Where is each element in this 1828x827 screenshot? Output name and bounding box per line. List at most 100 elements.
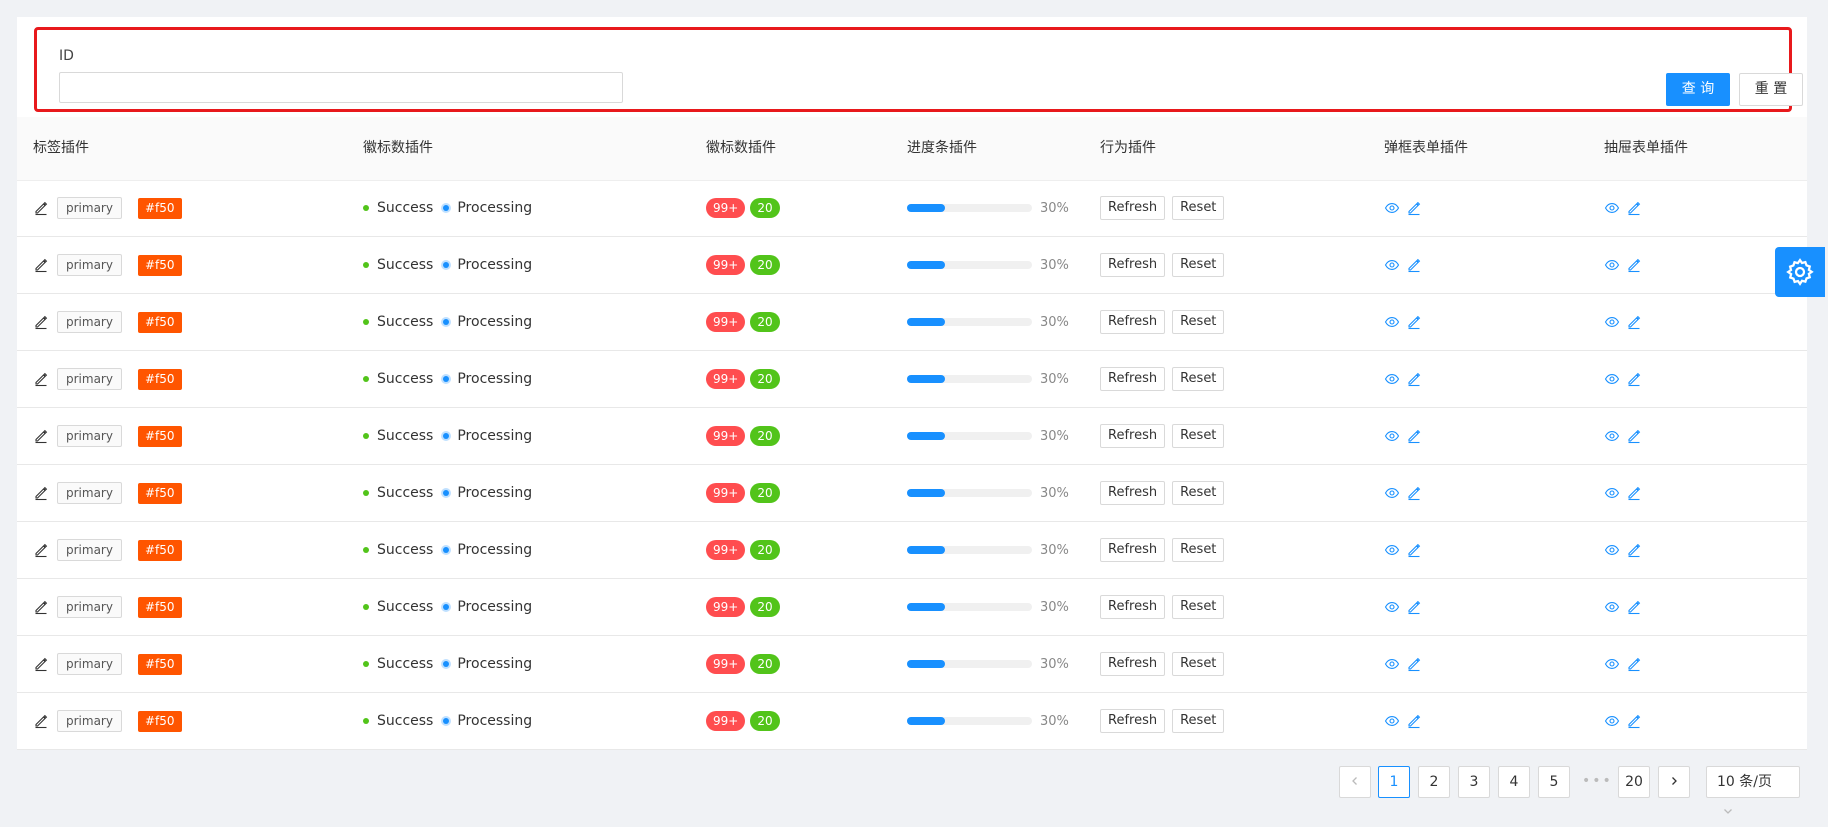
progress-track <box>907 318 1032 326</box>
refresh-button[interactable]: Refresh <box>1100 253 1166 277</box>
edit-icon[interactable] <box>1406 713 1422 729</box>
drawer-form-cell <box>1604 351 1648 407</box>
refresh-button[interactable]: Refresh <box>1100 652 1166 676</box>
view-icon[interactable] <box>1604 599 1620 615</box>
next-page-button[interactable] <box>1658 766 1690 798</box>
reset-row-button[interactable]: Reset <box>1172 253 1225 277</box>
edit-icon[interactable] <box>33 542 49 558</box>
edit-icon[interactable] <box>1406 371 1422 387</box>
page-ellipsis[interactable]: ••• <box>1582 766 1613 796</box>
view-icon[interactable] <box>1384 542 1400 558</box>
modal-form-cell <box>1384 237 1428 293</box>
edit-icon[interactable] <box>1406 599 1422 615</box>
page-button-2[interactable]: 2 <box>1418 766 1450 798</box>
view-icon[interactable] <box>1604 371 1620 387</box>
reset-row-button[interactable]: Reset <box>1172 538 1225 562</box>
edit-icon[interactable] <box>1626 314 1642 330</box>
view-icon[interactable] <box>1384 485 1400 501</box>
view-icon[interactable] <box>1384 713 1400 729</box>
view-icon[interactable] <box>1604 257 1620 273</box>
refresh-button[interactable]: Refresh <box>1100 424 1166 448</box>
refresh-button[interactable]: Refresh <box>1100 595 1166 619</box>
reset-row-button[interactable]: Reset <box>1172 595 1225 619</box>
edit-icon[interactable] <box>33 656 49 672</box>
page-button-4[interactable]: 4 <box>1498 766 1530 798</box>
progress-cell: 30% <box>907 465 1069 521</box>
edit-icon[interactable] <box>1406 200 1422 216</box>
edit-icon[interactable] <box>1406 428 1422 444</box>
page-button-1[interactable]: 1 <box>1378 766 1410 798</box>
edit-icon[interactable] <box>33 200 49 216</box>
view-icon[interactable] <box>1604 656 1620 672</box>
tag-f50: #f50 <box>137 596 182 618</box>
badge-cell: 99+ 20 <box>706 693 785 749</box>
refresh-button[interactable]: Refresh <box>1100 310 1166 334</box>
edit-icon[interactable] <box>1626 200 1642 216</box>
edit-icon[interactable] <box>1626 428 1642 444</box>
tag-cell: primary #f50 <box>33 636 182 692</box>
reset-row-button[interactable]: Reset <box>1172 424 1225 448</box>
tag-f50: #f50 <box>137 539 182 561</box>
prev-page-button[interactable] <box>1339 766 1371 798</box>
settings-button[interactable] <box>1775 247 1825 297</box>
edit-icon[interactable] <box>1406 542 1422 558</box>
page-button-3[interactable]: 3 <box>1458 766 1490 798</box>
modal-form-cell <box>1384 693 1428 749</box>
reset-row-button[interactable]: Reset <box>1172 481 1225 505</box>
badge-count-green: 20 <box>750 426 780 446</box>
refresh-button[interactable]: Refresh <box>1100 538 1166 562</box>
edit-icon[interactable] <box>1406 314 1422 330</box>
refresh-button[interactable]: Refresh <box>1100 709 1166 733</box>
view-icon[interactable] <box>1604 314 1620 330</box>
reset-row-button[interactable]: Reset <box>1172 310 1225 334</box>
view-icon[interactable] <box>1384 599 1400 615</box>
badge-count-green: 20 <box>750 597 780 617</box>
badge-count-red: 99+ <box>706 369 746 389</box>
reset-row-button[interactable]: Reset <box>1172 367 1225 391</box>
view-icon[interactable] <box>1604 542 1620 558</box>
reset-row-button[interactable]: Reset <box>1172 196 1225 220</box>
edit-icon[interactable] <box>33 314 49 330</box>
view-icon[interactable] <box>1384 314 1400 330</box>
page-size-select[interactable]: 10 条/页 <box>1706 766 1800 814</box>
edit-icon[interactable] <box>1406 257 1422 273</box>
progress-fill <box>907 375 945 383</box>
chevron-down-icon <box>1724 809 1732 814</box>
view-icon[interactable] <box>1604 200 1620 216</box>
query-button[interactable]: 查 询 <box>1666 73 1730 106</box>
edit-icon[interactable] <box>1406 485 1422 501</box>
edit-icon[interactable] <box>33 599 49 615</box>
reset-button[interactable]: 重 置 <box>1739 73 1803 106</box>
id-input[interactable] <box>59 72 623 103</box>
processing-dot <box>443 661 450 667</box>
edit-icon[interactable] <box>33 257 49 273</box>
edit-icon[interactable] <box>1626 257 1642 273</box>
view-icon[interactable] <box>1384 656 1400 672</box>
edit-icon[interactable] <box>33 428 49 444</box>
reset-row-button[interactable]: Reset <box>1172 709 1225 733</box>
edit-icon[interactable] <box>1626 542 1642 558</box>
reset-row-button[interactable]: Reset <box>1172 652 1225 676</box>
edit-icon[interactable] <box>1626 713 1642 729</box>
edit-icon[interactable] <box>33 713 49 729</box>
edit-icon[interactable] <box>1406 656 1422 672</box>
view-icon[interactable] <box>1604 485 1620 501</box>
refresh-button[interactable]: Refresh <box>1100 196 1166 220</box>
edit-icon[interactable] <box>33 485 49 501</box>
view-icon[interactable] <box>1384 371 1400 387</box>
edit-icon[interactable] <box>1626 485 1642 501</box>
view-icon[interactable] <box>1604 428 1620 444</box>
view-icon[interactable] <box>1604 713 1620 729</box>
view-icon[interactable] <box>1384 257 1400 273</box>
edit-icon[interactable] <box>1626 599 1642 615</box>
refresh-button[interactable]: Refresh <box>1100 481 1166 505</box>
page-button-5[interactable]: 5 <box>1538 766 1570 798</box>
col-header-progress: 进度条插件 <box>907 140 977 156</box>
refresh-button[interactable]: Refresh <box>1100 367 1166 391</box>
edit-icon[interactable] <box>1626 656 1642 672</box>
page-button-20[interactable]: 20 <box>1618 766 1650 798</box>
view-icon[interactable] <box>1384 200 1400 216</box>
view-icon[interactable] <box>1384 428 1400 444</box>
edit-icon[interactable] <box>33 371 49 387</box>
edit-icon[interactable] <box>1626 371 1642 387</box>
